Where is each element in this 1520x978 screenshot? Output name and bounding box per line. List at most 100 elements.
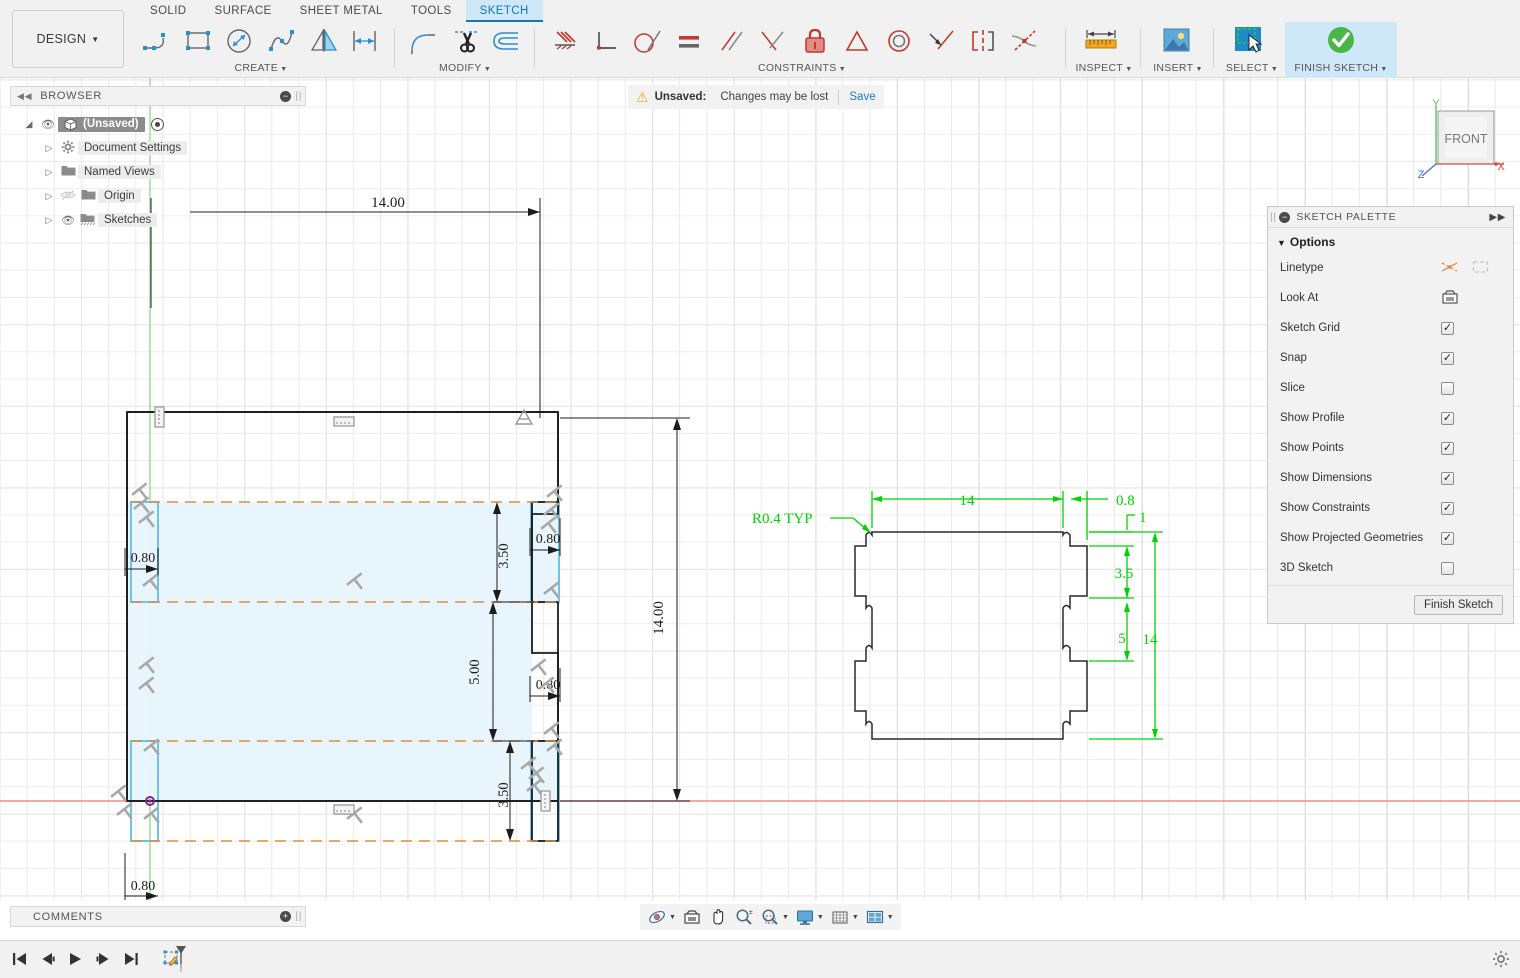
symmetry-icon[interactable] — [962, 22, 1004, 60]
concentric-icon[interactable] — [878, 22, 920, 60]
orbit-icon[interactable]: ▼ — [644, 905, 679, 929]
tangent-icon[interactable] — [626, 22, 668, 60]
chevron-right-icon[interactable]: ▷ — [40, 215, 58, 226]
settings-gear-icon[interactable] — [1492, 950, 1510, 973]
perpendicular-icon[interactable] — [584, 22, 626, 60]
tree-item-document-settings[interactable]: ▷ Document Settings — [20, 136, 300, 160]
tree-label-sketches: Sketches — [98, 213, 157, 227]
fillet-icon[interactable] — [402, 22, 444, 60]
tab-tools[interactable]: TOOLS — [397, 0, 466, 22]
browser-panel-header[interactable]: ◀◀ BROWSER − || — [10, 86, 306, 106]
3d-sketch-checkbox[interactable] — [1441, 562, 1454, 575]
finish-sketch-label[interactable]: FINISH SKETCH ▼ — [1285, 62, 1397, 74]
line-icon[interactable] — [136, 22, 178, 60]
tab-solid[interactable]: SOLID — [136, 0, 201, 22]
panel-grip-icon[interactable]: || — [295, 91, 302, 102]
spline-icon[interactable] — [261, 22, 303, 60]
finish-sketch-button[interactable]: Finish Sketch — [1414, 595, 1503, 615]
panel-grip-icon[interactable]: || — [295, 911, 302, 922]
measure-ruler-icon[interactable] — [1073, 20, 1129, 60]
chevron-right-icon[interactable]: ▷ — [40, 191, 58, 202]
create-label-text: CREATE — [234, 62, 278, 74]
palette-row-look-at: Look At — [1268, 283, 1513, 313]
sketch-grid-checkbox[interactable]: ✓ — [1441, 322, 1454, 335]
parallel-icon[interactable] — [710, 22, 752, 60]
inspect-group-label[interactable]: INSPECT ▼ — [1073, 62, 1135, 74]
slice-checkbox[interactable] — [1441, 382, 1454, 395]
horizontal-vertical-icon[interactable] — [542, 22, 584, 60]
collinear-icon[interactable] — [752, 22, 794, 60]
mirror-icon[interactable] — [303, 22, 345, 60]
look-at-icon[interactable] — [1441, 289, 1459, 308]
fix-lock-icon[interactable] — [794, 22, 836, 60]
sketch-palette-header[interactable]: || − SKETCH PALETTE ▶▶ — [1268, 207, 1513, 228]
insert-group-label[interactable]: INSERT ▼ — [1148, 62, 1208, 74]
double-chevron-right-icon[interactable]: ▶▶ — [1489, 212, 1506, 223]
create-group-label[interactable]: CREATE ▼ — [136, 62, 386, 74]
dimension-icon[interactable] — [344, 22, 386, 60]
midpoint-icon[interactable] — [836, 22, 878, 60]
modify-group-label[interactable]: MODIFY ▼ — [402, 62, 528, 74]
tree-item-unsaved[interactable]: ◢ 👁 (Unsaved) — [20, 112, 300, 136]
coincident-icon[interactable] — [920, 22, 962, 60]
options-section-header[interactable]: ▼Options — [1268, 228, 1513, 253]
viewports-icon[interactable]: ▼ — [862, 905, 897, 929]
equal-icon[interactable] — [668, 22, 710, 60]
show-points-checkbox[interactable]: ✓ — [1441, 442, 1454, 455]
tab-sketch[interactable]: SKETCH — [466, 0, 543, 22]
select-group-label[interactable]: SELECT ▼ — [1221, 62, 1283, 74]
offset-icon[interactable] — [486, 22, 528, 60]
go-to-beginning-icon[interactable] — [10, 947, 28, 971]
trim-icon[interactable] — [444, 22, 486, 60]
play-icon[interactable] — [66, 947, 84, 971]
go-to-end-icon[interactable] — [122, 947, 140, 971]
plus-circle-icon[interactable]: + — [280, 911, 291, 922]
centerline-icon[interactable] — [1472, 260, 1489, 277]
show-constraints-checkbox[interactable]: ✓ — [1441, 502, 1454, 515]
comments-panel-header[interactable]: COMMENTS + || — [10, 906, 306, 927]
snap-checkbox[interactable]: ✓ — [1441, 352, 1454, 365]
chevron-right-icon[interactable]: ▷ — [40, 167, 58, 178]
constraints-group-label[interactable]: CONSTRAINTS ▼ — [542, 62, 1062, 74]
eye-icon[interactable]: 👁 — [38, 118, 58, 131]
tree-item-named-views[interactable]: ▷ Named Views — [20, 160, 300, 184]
minus-circle-icon[interactable]: − — [280, 91, 291, 102]
curvature-icon[interactable] — [1004, 22, 1046, 60]
palette-row-3d-sketch: 3D Sketch — [1268, 553, 1513, 583]
step-back-icon[interactable] — [38, 947, 56, 971]
tab-surface[interactable]: SURFACE — [201, 0, 286, 22]
finish-sketch-group[interactable]: FINISH SKETCH ▼ — [1285, 22, 1397, 78]
eye-off-icon[interactable] — [58, 189, 78, 204]
zoom-icon[interactable]: ± — [731, 905, 757, 929]
show-projected-geometries-checkbox[interactable]: ✓ — [1441, 532, 1454, 545]
insert-image-icon[interactable] — [1148, 20, 1204, 60]
panel-grip-icon[interactable]: || — [1270, 212, 1276, 223]
view-cube[interactable]: FRONT Y X Z — [1412, 98, 1512, 190]
sketch-feature-icon[interactable] — [162, 947, 192, 971]
dim-upper-tab: 3.50 — [496, 543, 512, 568]
look-at-icon[interactable] — [679, 905, 705, 929]
tree-item-sketches[interactable]: ▷ 👁 Sketches — [20, 208, 300, 232]
step-forward-icon[interactable] — [94, 947, 112, 971]
tree-item-origin[interactable]: ▷ Origin — [20, 184, 300, 208]
chevron-right-icon[interactable]: ▷ — [40, 143, 58, 154]
save-link[interactable]: Save — [849, 91, 875, 103]
display-settings-icon[interactable]: ▼ — [792, 905, 827, 929]
workspace-switcher[interactable]: DESIGN ▼ — [12, 10, 124, 68]
zoom-window-icon[interactable]: ▼ — [757, 905, 792, 929]
minus-circle-icon[interactable]: − — [1279, 212, 1290, 223]
show-dimensions-checkbox[interactable]: ✓ — [1441, 472, 1454, 485]
green-check-icon[interactable] — [1313, 20, 1369, 60]
tab-sheet-metal[interactable]: SHEET METAL — [286, 0, 397, 22]
select-window-icon[interactable] — [1221, 20, 1277, 60]
activate-radio[interactable] — [151, 118, 164, 131]
construction-line-icon[interactable] — [1441, 260, 1458, 277]
eye-icon[interactable]: 👁 — [58, 214, 78, 227]
circle-icon[interactable] — [219, 22, 261, 60]
show-profile-checkbox[interactable]: ✓ — [1441, 412, 1454, 425]
rectangle-icon[interactable] — [178, 22, 220, 60]
grid-snaps-icon[interactable]: ▼ — [827, 905, 862, 929]
double-chevron-left-icon[interactable]: ◀◀ — [17, 91, 32, 102]
pan-hand-icon[interactable] — [705, 905, 731, 929]
expand-arrow-icon[interactable]: ◢ — [20, 119, 38, 130]
